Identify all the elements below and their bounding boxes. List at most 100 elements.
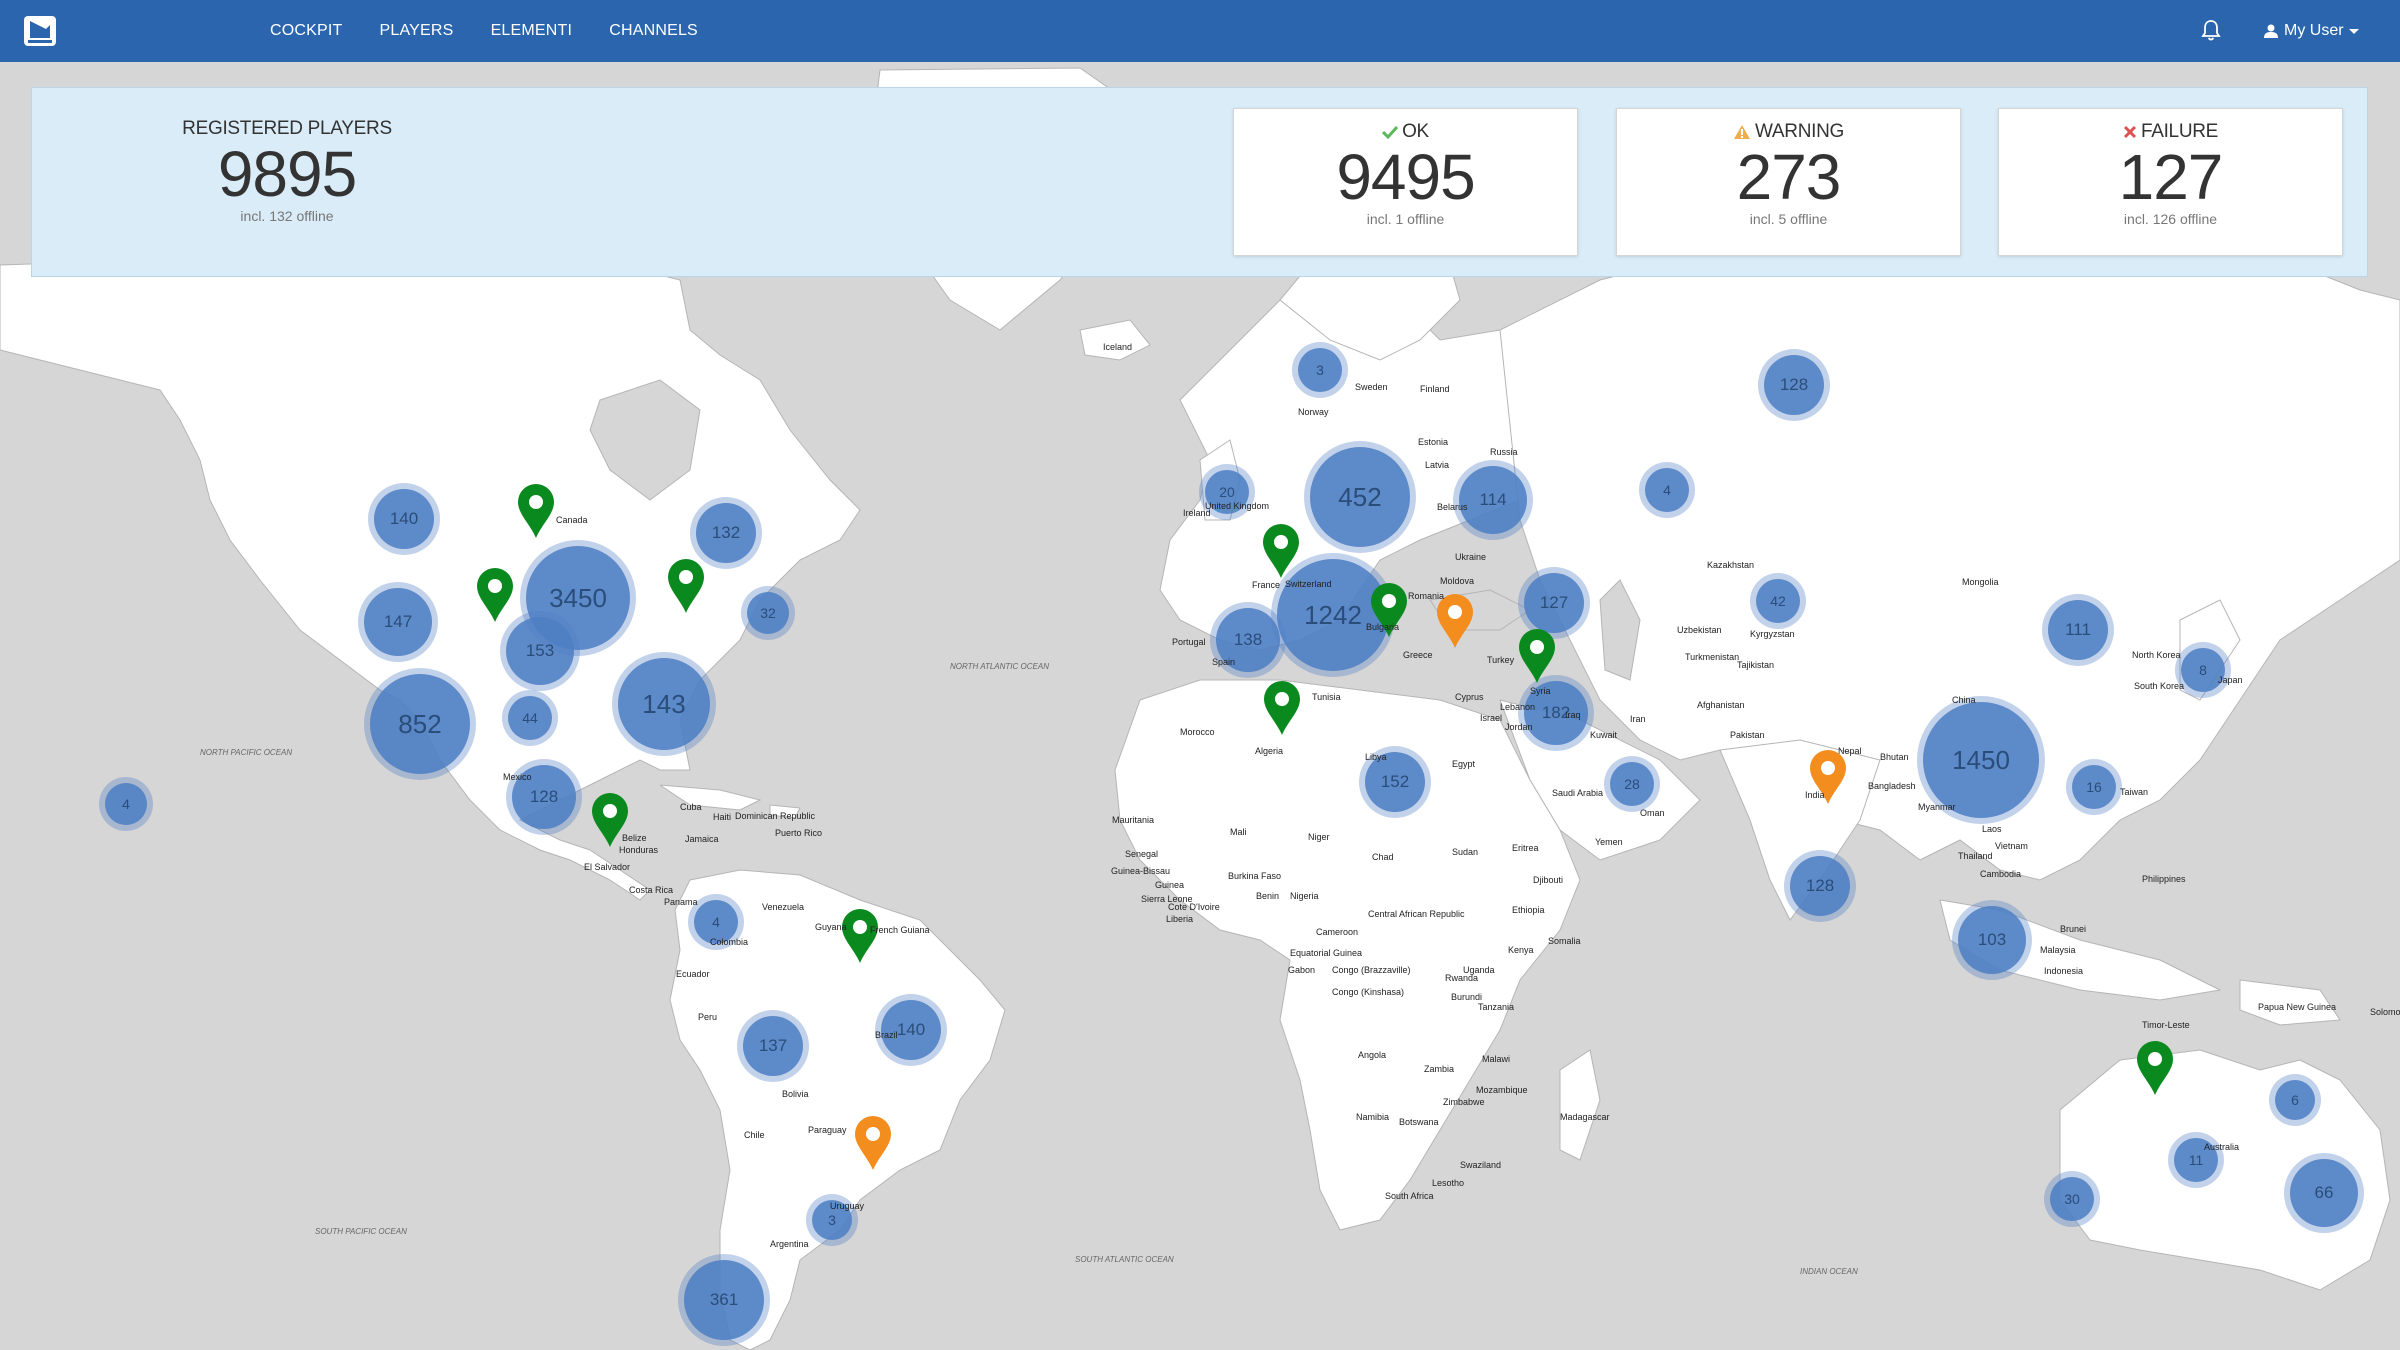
warning-card[interactable]: WARNING 273 incl. 5 offline <box>1616 108 1961 256</box>
warning-value: 273 <box>1736 141 1842 213</box>
failure-value: 127 <box>2118 141 2224 213</box>
cluster-count: 140 <box>390 509 418 528</box>
nav-channels[interactable]: CHANNELS <box>609 22 698 40</box>
failure-card[interactable]: FAILURE 127 incl. 126 offline <box>1998 108 2343 256</box>
country-label: South Africa <box>1385 1191 1434 1201</box>
country-label: Djibouti <box>1533 875 1564 885</box>
logo-icon[interactable] <box>24 16 56 46</box>
country-label: Tanzania <box>1478 1002 1515 1012</box>
country-label: Angola <box>1358 1050 1387 1060</box>
cluster-count: 66 <box>2315 1183 2334 1202</box>
country-label: Paraguay <box>808 1125 847 1135</box>
ok-card[interactable]: OK 9495 incl. 1 offline <box>1233 108 1578 256</box>
country-label: Japan <box>2218 675 2243 685</box>
country-label: Greece <box>1403 650 1433 660</box>
country-label: Ukraine <box>1455 552 1487 562</box>
country-label: Iraq <box>1565 710 1581 720</box>
country-label: Bhutan <box>1880 752 1909 762</box>
pin-dot <box>1275 692 1289 706</box>
country-label: El Salvador <box>584 862 631 872</box>
cluster-count: 6 <box>2291 1092 2299 1108</box>
pin-dot <box>866 1127 880 1141</box>
ocean-label: INDIAN OCEAN <box>1800 1267 1858 1276</box>
country-label: Cameroon <box>1316 927 1359 937</box>
failure-title: FAILURE <box>2140 121 2219 142</box>
user-icon <box>2264 24 2278 38</box>
country-label: Finland <box>1420 384 1450 394</box>
cluster-count: 132 <box>712 523 740 542</box>
country-label: Equatorial Guinea <box>1290 948 1363 958</box>
country-label: Russia <box>1490 447 1518 457</box>
cluster-count: 32 <box>760 605 776 621</box>
cluster-count: 3450 <box>549 583 607 613</box>
ocean-label: SOUTH PACIFIC OCEAN <box>315 1227 407 1236</box>
country-label: Portugal <box>1172 637 1206 647</box>
country-label: Kenya <box>1508 945 1534 955</box>
cluster-count: 44 <box>522 710 538 726</box>
country-label: Bangladesh <box>1868 781 1916 791</box>
country-label: Venezuela <box>762 902 805 912</box>
country-label: Botswana <box>1399 1117 1439 1127</box>
failure-sub: incl. 126 offline <box>2123 211 2218 227</box>
pin-dot <box>1274 535 1288 549</box>
cluster-count: 42 <box>1770 593 1786 609</box>
country-label: Taiwan <box>2120 787 2149 797</box>
cluster-count: 143 <box>642 689 685 719</box>
top-navbar: COCKPIT PLAYERS ELEMENTI CHANNELS My Use… <box>0 0 2400 62</box>
country-label: Peru <box>698 1012 718 1022</box>
cluster-count: 4 <box>122 796 130 812</box>
country-label: Egypt <box>1452 759 1476 769</box>
cluster-count: 361 <box>710 1290 738 1309</box>
ok-sub: incl. 1 offline <box>1366 211 1445 227</box>
registered-title: REGISTERED PLAYERS <box>182 118 392 139</box>
country-label: Rwanda <box>1445 973 1479 983</box>
country-label: Nepal <box>1838 746 1862 756</box>
country-label: Mali <box>1230 827 1247 837</box>
pin-dot <box>1530 640 1544 654</box>
country-label: Brunei <box>2060 924 2087 934</box>
ocean-label: SOUTH ATLANTIC OCEAN <box>1075 1255 1174 1264</box>
stats-panel: REGISTERED PLAYERS 9895 incl. 132 offlin… <box>31 87 2368 277</box>
country-label: Argentina <box>770 1239 809 1249</box>
country-label: Syria <box>1530 686 1551 696</box>
cluster-count: 128 <box>1806 876 1834 895</box>
nav-players[interactable]: PLAYERS <box>380 22 454 40</box>
country-label: Mongolia <box>1962 577 1999 587</box>
user-menu[interactable]: My User <box>2264 20 2359 42</box>
cluster-count: 452 <box>1338 482 1381 512</box>
country-label: Sierra Leone <box>1141 894 1193 904</box>
country-label: North Korea <box>2132 650 2181 660</box>
country-label: Brazil <box>875 1030 898 1040</box>
country-label: Canada <box>556 515 588 525</box>
country-label: Israel <box>1480 713 1503 723</box>
country-label: Algeria <box>1255 746 1284 756</box>
country-label: Namibia <box>1356 1112 1390 1122</box>
registered-sub: incl. 132 offline <box>240 208 334 224</box>
country-label: Sudan <box>1452 847 1479 857</box>
caret-down-icon <box>2348 28 2359 34</box>
country-label: Iran <box>1630 714 1646 724</box>
cluster-count: 30 <box>2064 1191 2080 1207</box>
country-label: Iceland <box>1103 342 1133 352</box>
country-label: Burkina Faso <box>1228 871 1282 881</box>
cluster-count: 16 <box>2086 779 2102 795</box>
country-label: Cyprus <box>1455 692 1484 702</box>
cluster-count: 128 <box>530 787 558 806</box>
pin-dot <box>1448 605 1462 619</box>
cluster-count: 114 <box>1479 490 1506 509</box>
nav-elementi[interactable]: ELEMENTI <box>491 22 573 40</box>
bell-icon[interactable] <box>2201 19 2221 41</box>
country-label: Congo (Brazzaville) <box>1332 965 1411 975</box>
nav-cockpit[interactable]: COCKPIT <box>270 22 343 40</box>
cluster-count: 103 <box>1978 930 2006 949</box>
country-label: Uruguay <box>830 1201 865 1211</box>
country-label: Puerto Rico <box>775 828 823 838</box>
country-label: Chad <box>1372 852 1394 862</box>
country-label: Kuwait <box>1590 730 1618 740</box>
country-label: Liberia <box>1166 914 1194 924</box>
cluster-count: 147 <box>384 612 412 631</box>
country-label: Kazakhstan <box>1707 560 1755 570</box>
cluster-count: 1242 <box>1304 600 1362 630</box>
cluster-count: 4 <box>712 914 720 930</box>
country-label: Madagascar <box>1560 1112 1610 1122</box>
